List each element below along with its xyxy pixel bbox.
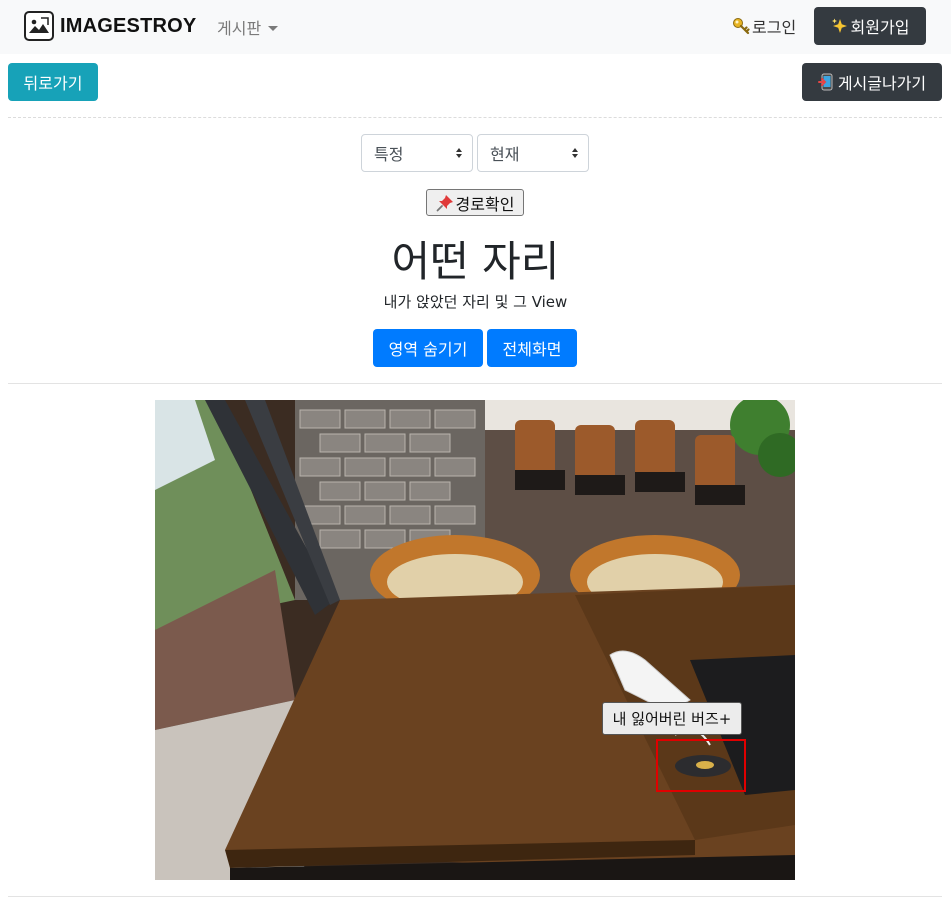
image-icon — [24, 11, 54, 41]
divider — [8, 896, 942, 897]
specific-select-value: 특정 — [374, 145, 404, 164]
divider — [8, 383, 942, 384]
current-select[interactable]: 현재 — [477, 134, 589, 172]
key-icon — [732, 17, 750, 35]
pushpin-icon — [436, 194, 454, 212]
brand-name: IMAGESTROY — [60, 14, 197, 37]
board-dropdown[interactable]: 게시판 — [217, 15, 279, 39]
cafe-photo — [155, 400, 795, 880]
exit-post-label: 게시글나가기 — [837, 74, 927, 93]
hide-area-button[interactable]: 영역 숨기기 — [373, 329, 483, 367]
fullscreen-button[interactable]: 전체화면 — [487, 329, 577, 367]
signup-button[interactable]: 회원가입 — [814, 7, 926, 45]
back-button[interactable]: 뒤로가기 — [8, 63, 98, 101]
divider — [8, 117, 942, 118]
page-title: 어떤 자리 — [391, 237, 560, 286]
navbar: IMAGESTROY 게시판 로그인 회원가입 — [0, 0, 951, 54]
check-path-button[interactable]: 경로확인 — [426, 189, 524, 216]
select-arrows-icon — [572, 148, 578, 160]
current-select-value: 현재 — [490, 145, 520, 164]
exit-post-button[interactable]: 게시글나가기 — [802, 63, 942, 101]
mobile-exit-icon — [817, 73, 836, 91]
login-link[interactable]: 로그인 — [732, 14, 796, 38]
signup-label: 회원가입 — [850, 18, 910, 37]
chevron-down-icon — [268, 25, 279, 31]
brand-link[interactable]: IMAGESTROY — [24, 11, 196, 41]
check-path-label: 경로확인 — [455, 194, 515, 214]
board-dropdown-label: 게시판 — [217, 19, 262, 38]
select-arrows-icon — [456, 148, 462, 160]
post-image[interactable]: 내 잃어버린 버즈+ — [155, 400, 795, 880]
login-label: 로그인 — [752, 18, 797, 37]
specific-select[interactable]: 특정 — [361, 134, 473, 172]
sparkles-icon — [831, 17, 849, 35]
annotation-label[interactable]: 내 잃어버린 버즈+ — [602, 702, 742, 735]
page-subtitle: 내가 앉았던 자리 및 그 View — [383, 293, 568, 311]
annotation-box[interactable] — [656, 739, 746, 792]
